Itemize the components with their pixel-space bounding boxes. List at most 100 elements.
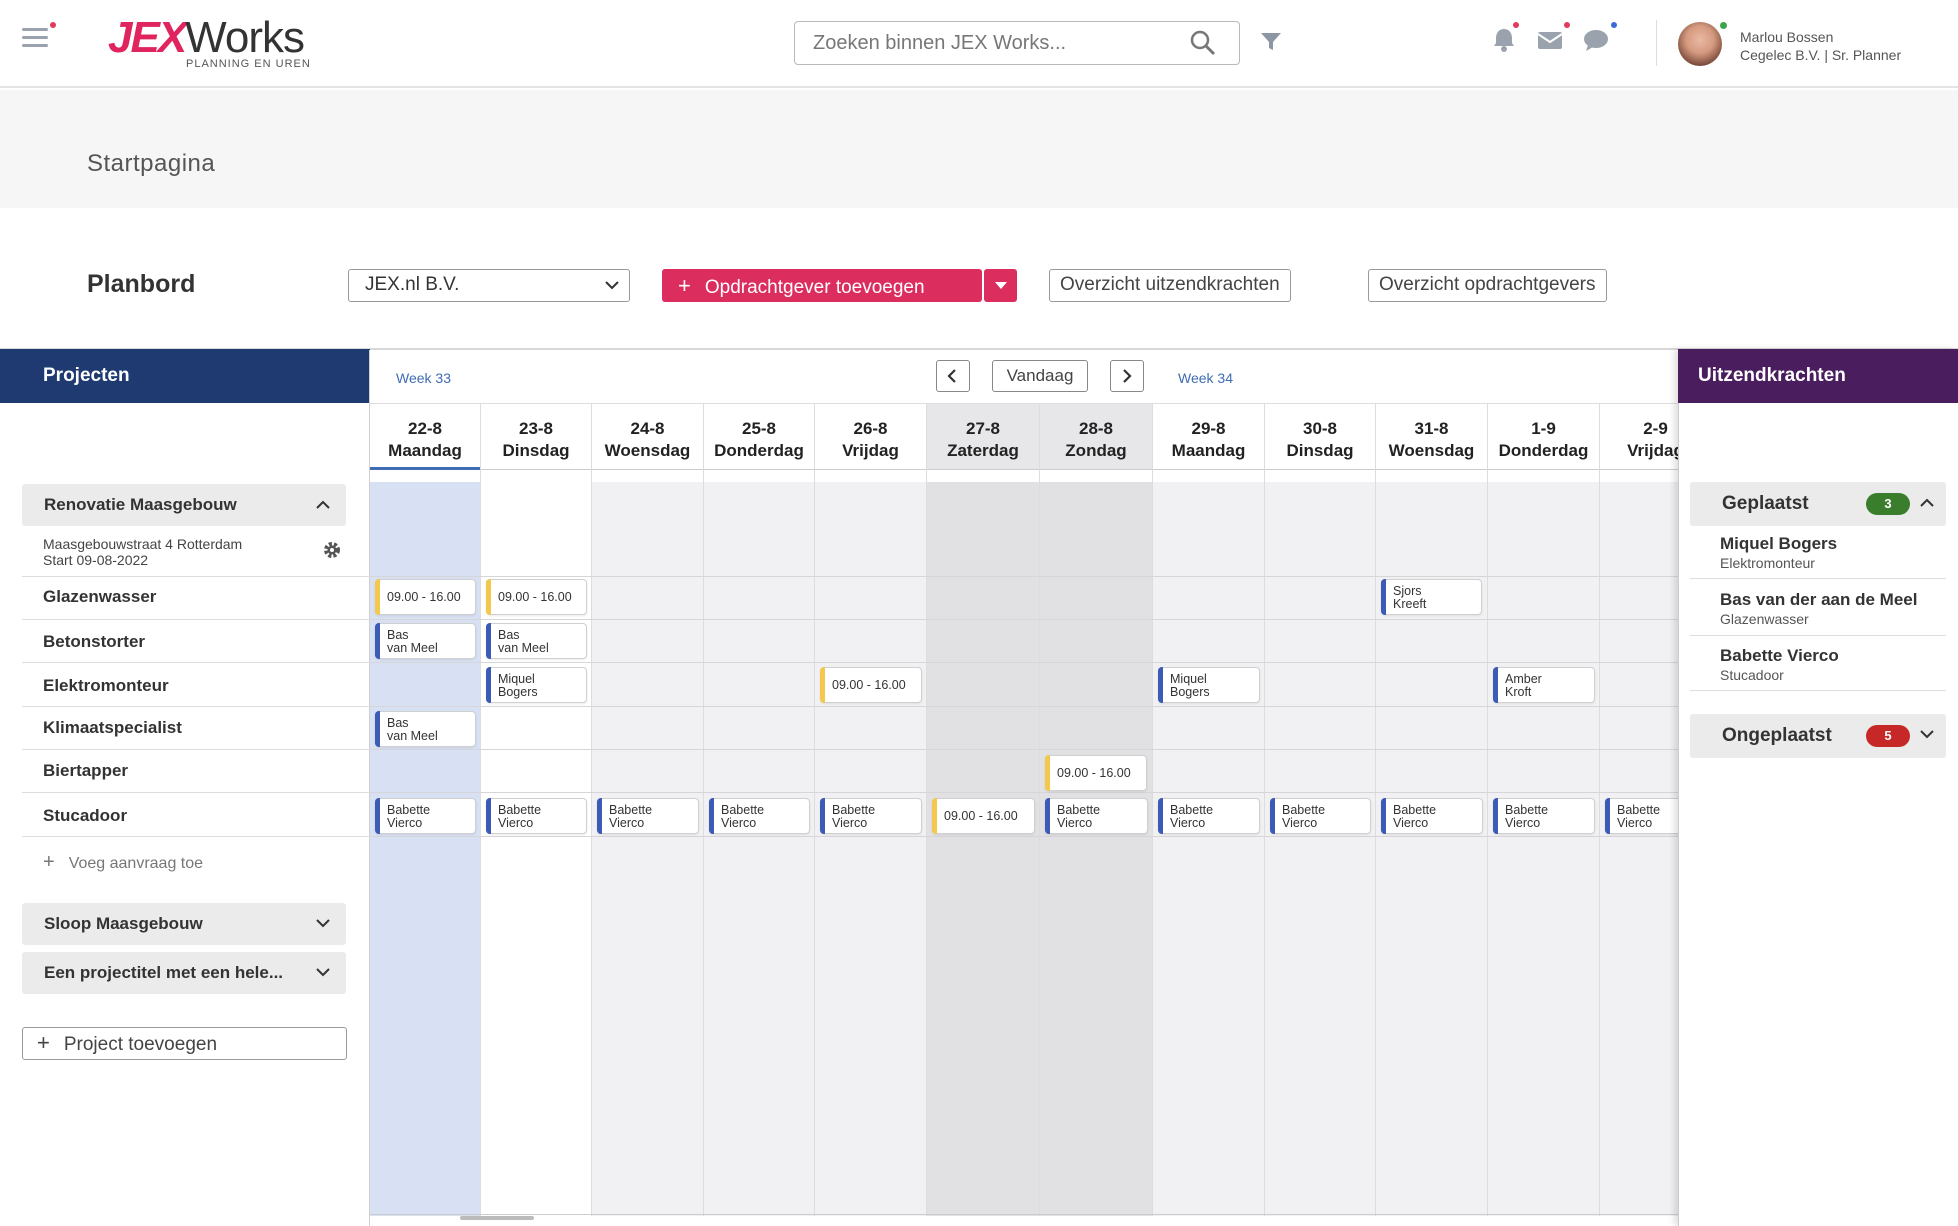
add-request-link[interactable]: + Voeg aanvraag toe [43,851,203,874]
add-client-label: Opdrachtgever toevoegen [704,277,925,298]
day-header[interactable]: 30-8 Dinsdag [1265,404,1375,470]
placed-group-header[interactable]: Geplaatst 3 [1690,482,1946,526]
project-start-date: Start 09-08-2022 [43,552,149,568]
day-header[interactable]: 29-8 Maandag [1153,404,1264,470]
today-button[interactable]: Vandaag [992,360,1088,392]
shift-entry[interactable]: Babette Vierco [375,798,476,834]
shift-entry[interactable]: 09.00 - 16.00 [1045,755,1147,791]
horizontal-scrollbar[interactable] [460,1216,534,1220]
shift-entry[interactable]: Babette Vierco [1158,798,1260,834]
shift-entry[interactable]: Babette Vierco [1045,798,1148,834]
chevron-down-icon[interactable] [316,919,330,928]
week-prev-label[interactable]: Week 33 [396,370,451,386]
logo-jex: JEX [108,13,187,62]
chevron-up-icon[interactable] [316,500,330,509]
project-header-renovatie[interactable]: Renovatie Maasgebouw [22,484,346,526]
day-body[interactable] [1265,482,1375,1216]
day-header[interactable]: 23-8 Dinsdag [481,404,591,470]
filter-icon[interactable] [1260,32,1282,52]
shift-time: 09.00 - 16.00 [387,590,461,604]
day-header[interactable]: 26-8 Vrijdag [815,404,926,470]
gear-icon[interactable] [322,540,342,560]
shift-entry[interactable]: Babette Vierco [1605,798,1678,834]
user-info[interactable]: Marlou Bossen Cegelec B.V. | Sr. Planner [1740,28,1901,64]
prev-week-button[interactable] [936,360,970,392]
day-name: Maandag [388,441,462,460]
day-body[interactable] [1153,482,1264,1216]
shift-entry[interactable]: Babette Vierco [1270,798,1371,834]
shift-entry[interactable]: 09.00 - 16.00 [932,798,1035,834]
divider [1690,635,1946,636]
add-project-button[interactable]: + Project toevoegen [22,1027,347,1060]
next-week-button[interactable] [1110,360,1144,392]
shift-person: Babette Vierco [1393,803,1437,830]
day-header[interactable]: 22-8 Maandag [370,404,480,470]
day-body[interactable] [704,482,814,1216]
day-body[interactable] [1040,482,1152,1216]
shift-entry[interactable]: Babette Vierco [597,798,699,834]
search-input[interactable]: Zoeken binnen JEX Works... [794,21,1240,65]
temp-worker-item[interactable]: Babette Vierco Stucadoor [1720,646,1839,683]
client-select[interactable]: JEX.nl B.V. [348,269,630,302]
project-header-sloop[interactable]: Sloop Maasgebouw [22,903,346,945]
row-divider [370,619,1678,620]
day-header[interactable]: 1-9 Donderdag [1488,404,1599,470]
shift-entry[interactable]: Miquel Bogers [1158,667,1260,703]
temp-worker-item[interactable]: Bas van der aan de Meel Glazenwasser [1720,590,1917,627]
shift-entry[interactable]: Bas van Meel [486,623,587,659]
add-client-button[interactable]: + Opdrachtgever toevoegen [662,269,982,302]
shift-entry[interactable]: Bas van Meel [375,711,476,747]
mail-icon[interactable] [1536,26,1564,54]
shift-entry[interactable]: Babette Vierco [486,798,587,834]
shift-entry[interactable]: 09.00 - 16.00 [375,579,476,615]
chevron-down-icon[interactable] [316,968,330,977]
temp-worker-name: Babette Vierco [1720,646,1839,665]
chat-icon[interactable] [1582,26,1610,54]
plus-icon: + [43,851,55,873]
row-divider [370,836,1678,837]
shift-entry[interactable]: Sjors Kreeft [1381,579,1482,615]
divider [22,576,370,577]
project-header-long-title[interactable]: Een projectitel met een hele... [22,952,346,994]
role-betonstorter: Betonstorter [43,632,146,651]
chevron-up-icon[interactable] [1920,498,1934,507]
shift-entry[interactable]: 09.00 - 16.00 [486,579,587,615]
unplaced-group-header[interactable]: Ongeplaatst 5 [1690,714,1946,758]
week-next-label[interactable]: Week 34 [1178,370,1233,386]
day-body[interactable] [815,482,926,1216]
shift-entry[interactable]: Amber Kroft [1493,667,1595,703]
day-body[interactable] [592,482,703,1216]
shift-entry[interactable]: Babette Vierco [820,798,922,834]
overview-clients-button[interactable]: Overzicht opdrachtgevers [1368,269,1607,302]
avatar[interactable] [1678,22,1722,66]
chevron-down-icon[interactable] [1920,730,1934,739]
temp-worker-item[interactable]: Miquel Bogers Elektromonteur [1720,534,1837,571]
day-body[interactable] [1600,482,1678,1216]
shift-entry[interactable]: Babette Vierco [1493,798,1595,834]
day-header[interactable]: 2-9 Vrijdag [1600,404,1678,470]
day-date: 30-8 [1302,419,1338,438]
day-header[interactable]: 31-8 Woensdag [1376,404,1487,470]
shift-person: Babette Vierco [387,803,431,830]
shift-entry[interactable]: Babette Vierco [1381,798,1483,834]
day-header[interactable]: 28-8 Zondag [1040,404,1152,470]
logo[interactable]: JEXWorks PLANNING EN UREN [108,13,310,74]
day-header[interactable]: 24-8 Woensdag [592,404,703,470]
shift-entry[interactable]: Bas van Meel [375,623,476,659]
add-client-dropdown-button[interactable] [984,269,1017,302]
bell-icon[interactable] [1490,26,1518,54]
shift-entry[interactable]: Miquel Bogers [486,667,587,703]
day-body[interactable] [927,482,1039,1216]
row-divider [370,749,1678,750]
search-icon[interactable] [1190,30,1216,56]
shift-entry[interactable]: 09.00 - 16.00 [820,667,922,703]
divider [22,619,370,620]
day-body[interactable] [1488,482,1599,1216]
overview-temps-button[interactable]: Overzicht uitzendkrachten [1049,269,1291,302]
shift-entry[interactable]: Babette Vierco [709,798,810,834]
menu-icon[interactable] [22,22,56,48]
day-header[interactable]: 27-8 Zaterdag [927,404,1039,470]
day-name: Vrijdag [1627,441,1678,460]
day-header[interactable]: 25-8 Donderdag [704,404,814,470]
shift-time: 09.00 - 16.00 [944,809,1018,823]
